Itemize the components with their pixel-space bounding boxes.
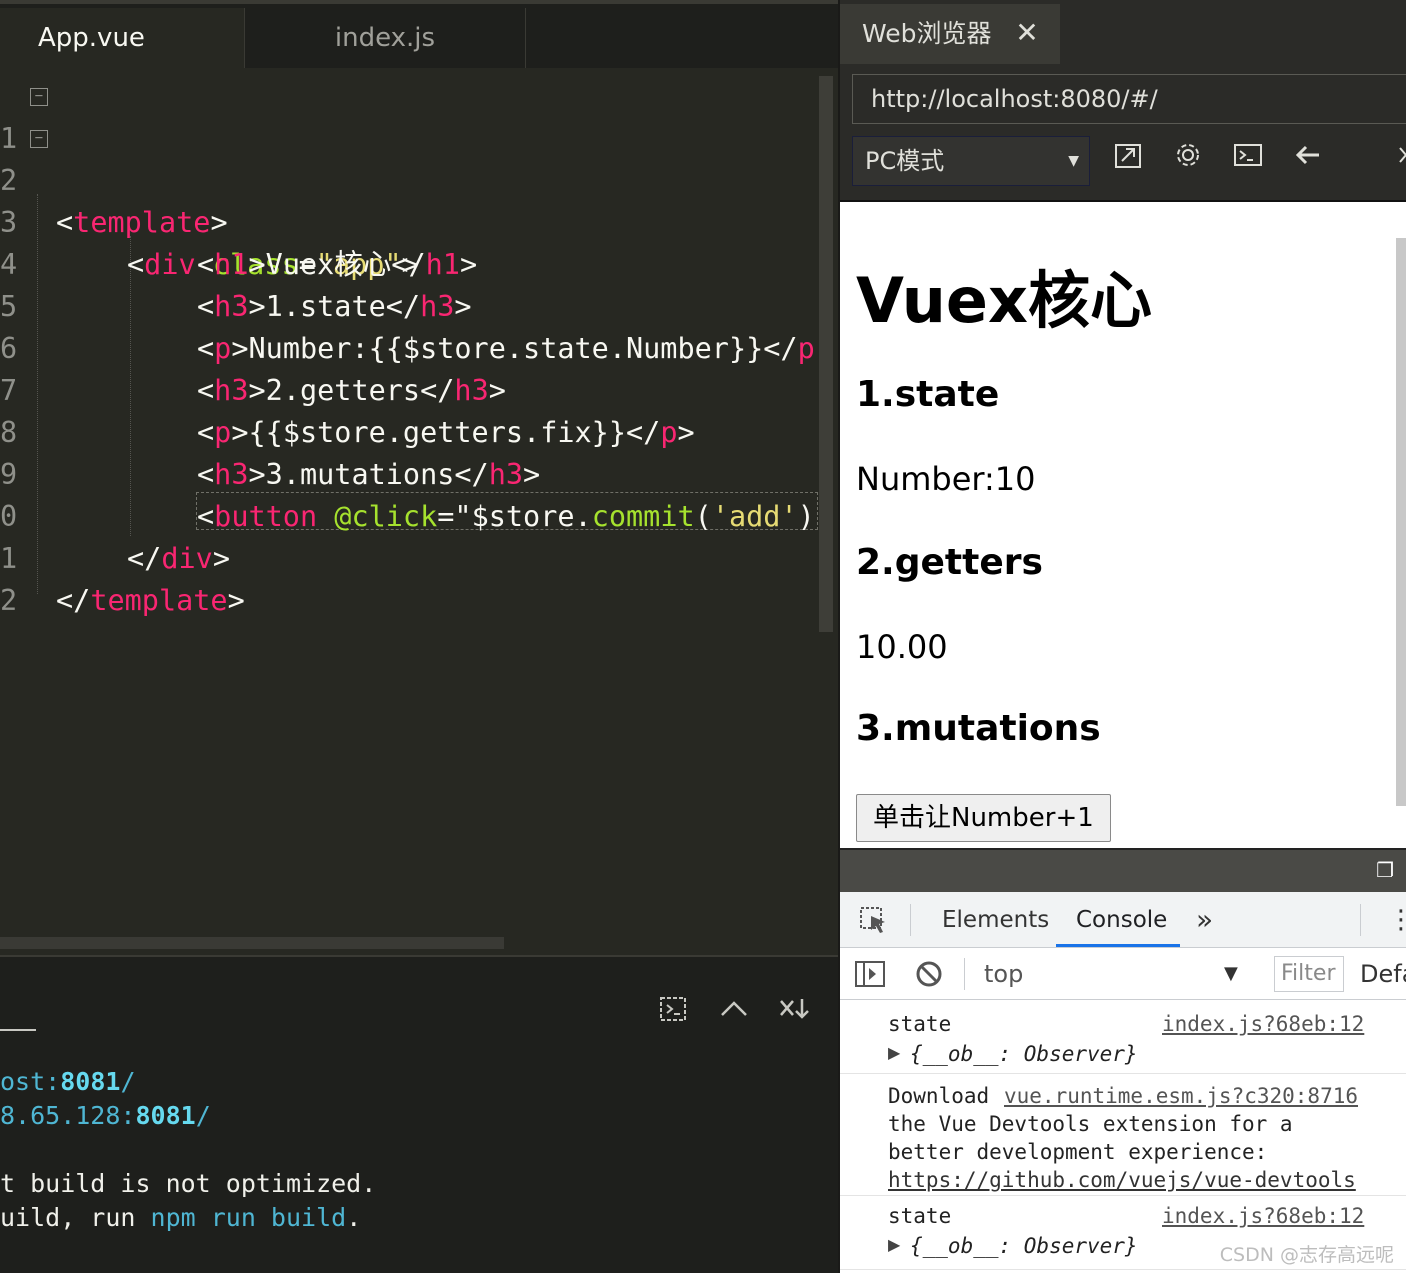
code-line[interactable]: 6 <h3>2.getters</h3>: [0, 286, 820, 407]
devtools-header: ❐: [840, 848, 1406, 892]
horizontal-scrollbar[interactable]: [0, 937, 504, 949]
clear-console-icon[interactable]: [914, 948, 944, 1000]
device-mode-value: PC模式: [865, 147, 945, 175]
code-line[interactable]: 8 <h3>3.mutations</h3>: [0, 370, 820, 491]
source-link[interactable]: vue.runtime.esm.js?c320:8716: [1004, 1082, 1358, 1110]
active-tab-indicator: [1056, 944, 1180, 947]
code-line[interactable]: 5 <p>Number:{{$store.state.Number}}</p: [0, 244, 820, 365]
tab-elements[interactable]: Elements: [942, 892, 1049, 948]
chevron-up-icon[interactable]: [716, 995, 752, 1025]
section-heading: 2.getters: [856, 542, 1043, 583]
message-text: state: [888, 1012, 952, 1036]
message-text: better development experience:: [888, 1140, 1268, 1164]
message-text: state: [888, 1204, 952, 1228]
section-heading: 1.state: [856, 374, 1000, 415]
code-editor[interactable]: App.vue index.js 1 − <template> 2 − <div…: [0, 0, 838, 955]
console-output[interactable]: state index.js?68eb:12 ▶ {__ob__: Observ…: [840, 1000, 1406, 1273]
page-scrollbar[interactable]: [1396, 238, 1406, 806]
code-line[interactable]: 2 − <div class="app">: [0, 118, 820, 281]
expand-triangle-icon[interactable]: ▶: [888, 1232, 900, 1260]
console-message: Download vue.runtime.esm.js?c320:8716 th…: [840, 1074, 1406, 1196]
vertical-scrollbar[interactable]: [819, 76, 833, 632]
terminal-tab-indicator: [0, 1029, 36, 1031]
toolbar-divider: [910, 904, 911, 936]
console-message: state index.js?68eb:12 ▶ {__ob__: Observ…: [840, 1000, 1406, 1074]
increment-button[interactable]: 单击让Number+1: [856, 794, 1111, 842]
console-toolbar: top ▼ Filter Defa: [840, 948, 1406, 1000]
open-external-icon[interactable]: [1108, 140, 1148, 180]
code-line[interactable]: 7 <p>{{$store.getters.fix}}</p>: [0, 328, 820, 449]
close-icon[interactable]: [1386, 140, 1406, 180]
inspect-element-icon[interactable]: [858, 892, 894, 948]
toolbar-divider: [1360, 904, 1361, 936]
tab-console[interactable]: Console: [1076, 892, 1167, 948]
web-browser-panel: Web浏览器 ✕ http://localhost:8080/#/ PC模式 ▼…: [838, 0, 1406, 1273]
address-bar[interactable]: http://localhost:8080/#/: [852, 74, 1406, 124]
more-tabs-icon[interactable]: »: [1196, 892, 1213, 948]
code-line[interactable]: 0 </div>: [0, 454, 820, 575]
console-filter-input[interactable]: Filter: [1274, 956, 1344, 992]
kebab-menu-icon[interactable]: ⋮: [1388, 892, 1406, 948]
dropdown-arrow-icon[interactable]: ▼: [1224, 948, 1238, 1000]
source-link[interactable]: index.js?68eb:12: [1162, 1202, 1364, 1230]
code-line[interactable]: 2: [0, 538, 820, 617]
tab-app-vue[interactable]: App.vue: [0, 8, 244, 68]
console-icon[interactable]: [1228, 140, 1268, 180]
device-mode-select[interactable]: PC模式 ▼: [852, 136, 1090, 186]
state-value-text: Number:10: [856, 460, 1036, 498]
code-line[interactable]: 1 − <template>: [0, 76, 820, 239]
close-panel-icon[interactable]: [776, 995, 812, 1025]
terminal-line: ost:8081/: [0, 1067, 136, 1096]
devtools-tabbar: Elements Console » ⋮: [840, 892, 1406, 948]
clear-terminal-icon[interactable]: [656, 995, 692, 1025]
code-area[interactable]: 1 − <template> 2 − <div class="app"> 3 <…: [0, 76, 820, 936]
message-text: the Vue Devtools extension for a: [888, 1112, 1293, 1136]
object-preview[interactable]: {__ob__: Observer}: [910, 1232, 1138, 1260]
message-text: Download: [888, 1084, 990, 1108]
sidebar-toggle-icon[interactable]: [854, 948, 886, 1000]
log-levels-select[interactable]: Defa: [1360, 948, 1406, 1000]
object-preview[interactable]: {__ob__: Observer}: [910, 1040, 1138, 1068]
expand-triangle-icon[interactable]: ▶: [888, 1040, 900, 1068]
context-select[interactable]: top: [984, 948, 1023, 1000]
page-viewport[interactable]: Vuex核心 1.state Number:10 2.getters 10.00…: [840, 200, 1406, 848]
fold-toggle-icon[interactable]: −: [30, 130, 48, 148]
dock-icon[interactable]: ❐: [1376, 858, 1394, 883]
watermark: CSDN @志存高远呢: [1219, 1244, 1394, 1266]
getters-value-text: 10.00: [856, 628, 948, 666]
fold-toggle-icon[interactable]: −: [30, 88, 48, 106]
devtools-link[interactable]: https://github.com/vuejs/vue-devtools: [888, 1166, 1356, 1194]
code-line[interactable]: 9 <button @click="$store.commit('add'): [0, 412, 820, 533]
code-line[interactable]: 3 <h1>Vuex核心</h1>: [0, 160, 820, 281]
line-number: 2: [0, 584, 18, 617]
browser-tab[interactable]: Web浏览器 ✕: [840, 4, 1060, 64]
terminal-panel[interactable]: ost:8081/ 8.65.128:8081/ t build is not …: [0, 955, 838, 1273]
section-heading: 3.mutations: [856, 708, 1101, 749]
page-heading: Vuex核心: [856, 264, 1152, 337]
source-link[interactable]: index.js?68eb:12: [1162, 1010, 1364, 1038]
browser-tab-label: Web浏览器: [862, 19, 992, 48]
dropdown-arrow-icon: ▼: [1068, 153, 1079, 169]
gear-icon[interactable]: [1168, 140, 1208, 180]
editor-tab-bar: App.vue index.js: [0, 0, 838, 68]
toolbar-divider: [964, 958, 965, 990]
close-icon[interactable]: ✕: [1012, 4, 1042, 64]
code-line[interactable]: 1 </template>: [0, 496, 820, 617]
back-arrow-icon[interactable]: [1288, 140, 1328, 180]
terminal-line: t build is not optimized.: [0, 1169, 377, 1198]
code-line[interactable]: 4 <h3>1.state</h3>: [0, 202, 820, 323]
terminal-line: uild, run npm run build.: [0, 1203, 362, 1232]
tab-index-js[interactable]: index.js: [244, 8, 526, 68]
terminal-line: 8.65.128:8081/: [0, 1101, 211, 1130]
